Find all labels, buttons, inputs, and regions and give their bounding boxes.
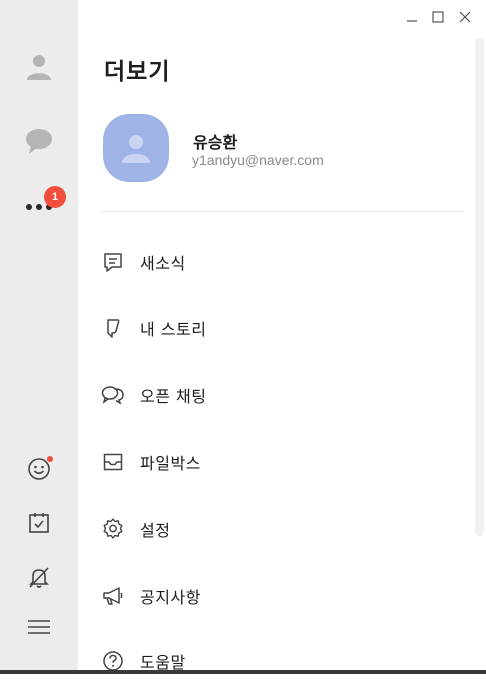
maximize-button[interactable] — [427, 6, 449, 28]
bell-off-icon — [29, 567, 49, 588]
person-icon — [27, 55, 51, 80]
menu-item-settings[interactable]: 설정 — [78, 502, 470, 556]
profile-name[interactable]: 유승환 — [193, 129, 237, 153]
more-panel: 더보기 유승환 y1andyu@naver.com 새소식 내 스토리 오픈 채… — [78, 0, 486, 674]
avatar[interactable] — [103, 114, 169, 182]
new-dot — [47, 456, 53, 462]
menu-item-help[interactable]: 도움말 — [78, 634, 470, 688]
sidebar-item-emoticon[interactable] — [0, 444, 78, 494]
chat-bubble-icon — [26, 129, 52, 154]
menu-item-file-box[interactable]: 파일박스 — [78, 435, 470, 489]
open-chat-icon — [100, 382, 126, 408]
divider — [100, 211, 464, 212]
close-button[interactable] — [454, 6, 476, 28]
sidebar-item-menu[interactable] — [0, 602, 78, 652]
menu-item-label: 파일박스 — [140, 454, 201, 473]
notification-badge: 1 — [44, 186, 66, 208]
menu-item-notices[interactable]: 공지사항 — [78, 569, 470, 623]
sidebar-item-notifications[interactable] — [0, 552, 78, 602]
minimize-icon — [407, 20, 417, 22]
menu-item-label: 내 스토리 — [140, 320, 207, 339]
sidebar-item-friends[interactable] — [0, 42, 78, 92]
menu-item-my-story[interactable]: 내 스토리 — [78, 301, 470, 355]
bottom-edge — [0, 670, 486, 674]
sidebar: 1 — [0, 0, 78, 674]
calendar-icon — [29, 513, 49, 533]
menu-item-label: 새소식 — [140, 254, 186, 273]
megaphone-icon — [100, 583, 126, 609]
hamburger-icon — [28, 620, 50, 634]
profile-email: y1andyu@naver.com — [192, 152, 324, 168]
close-icon — [459, 11, 471, 23]
page-title: 더보기 — [104, 59, 171, 85]
maximize-icon — [432, 11, 444, 23]
menu-item-label: 설정 — [140, 521, 171, 540]
news-icon — [100, 249, 126, 275]
sidebar-item-more[interactable]: 1 — [0, 182, 78, 232]
file-box-icon — [100, 449, 126, 475]
sidebar-item-chats[interactable] — [0, 116, 78, 166]
story-icon — [100, 315, 126, 341]
menu-item-news[interactable]: 새소식 — [78, 235, 470, 289]
sidebar-item-calendar[interactable] — [0, 498, 78, 548]
minimize-button[interactable] — [401, 6, 423, 28]
menu-item-open-chat[interactable]: 오픈 채팅 — [78, 368, 470, 422]
gear-icon — [100, 516, 126, 542]
menu-item-label: 오픈 채팅 — [140, 387, 207, 406]
default-profile-icon — [122, 135, 150, 163]
menu-item-label: 공지사항 — [140, 588, 201, 607]
scrollbar[interactable] — [475, 38, 484, 536]
